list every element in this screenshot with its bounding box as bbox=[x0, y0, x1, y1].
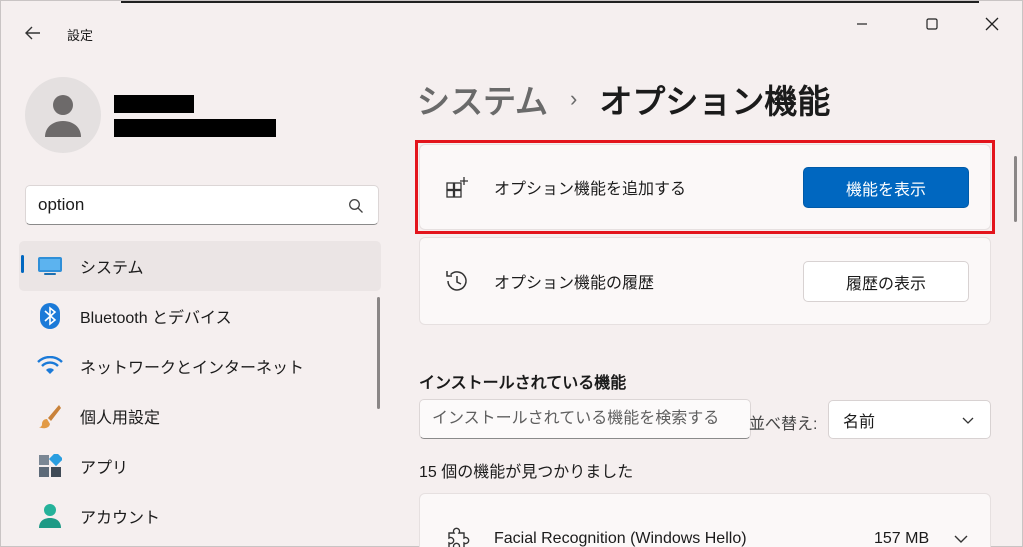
chevron-down-icon bbox=[962, 417, 974, 424]
breadcrumb: システム › オプション機能 bbox=[417, 75, 830, 123]
installed-search-input[interactable] bbox=[420, 400, 740, 438]
sidebar-item-network[interactable]: ネットワークとインターネット bbox=[19, 341, 381, 391]
account-icon bbox=[37, 503, 63, 529]
maximize-icon bbox=[926, 18, 938, 30]
search-input[interactable] bbox=[26, 195, 326, 215]
person-icon bbox=[45, 95, 81, 137]
wifi-icon bbox=[37, 353, 63, 379]
avatar[interactable] bbox=[25, 77, 101, 153]
sidebar-item-label: アカウント bbox=[80, 510, 161, 527]
installed-search[interactable] bbox=[419, 399, 751, 439]
feature-count: 15 個の機能が見つかりました bbox=[419, 464, 634, 481]
app-title: 設定 bbox=[67, 28, 94, 43]
close-button[interactable] bbox=[969, 9, 1015, 39]
sidebar-item-label: アプリ bbox=[80, 460, 129, 477]
redacted-email bbox=[114, 119, 276, 137]
redacted-username bbox=[114, 95, 194, 113]
brush-icon bbox=[37, 403, 63, 429]
close-icon bbox=[985, 17, 999, 31]
minimize-icon bbox=[857, 23, 867, 25]
sidebar-item-apps[interactable]: アプリ bbox=[19, 441, 381, 491]
feature-name: Facial Recognition (Windows Hello) bbox=[494, 530, 747, 547]
bluetooth-icon bbox=[37, 303, 63, 329]
feature-size: 157 MB bbox=[874, 530, 930, 547]
sidebar-scrollbar[interactable] bbox=[377, 297, 380, 409]
sidebar-item-label: システム bbox=[80, 260, 144, 277]
sidebar-item-personalization[interactable]: 個人用設定 bbox=[19, 391, 381, 441]
sidebar-nav: システム Bluetooth とデバイス ネットワークとインターネット 個人用設… bbox=[19, 241, 381, 541]
apps-icon bbox=[37, 453, 63, 479]
add-feature-card: オプション機能を追加する 機能を表示 bbox=[419, 144, 991, 230]
installed-features-title: インストールされている機能 bbox=[419, 375, 627, 392]
sort-dropdown[interactable]: 名前 bbox=[828, 400, 991, 439]
sidebar-item-bluetooth[interactable]: Bluetooth とデバイス bbox=[19, 291, 381, 341]
settings-search[interactable] bbox=[25, 185, 379, 225]
history-card: オプション機能の履歴 履歴の表示 bbox=[419, 237, 991, 325]
sidebar-item-label: 個人用設定 bbox=[80, 410, 161, 427]
sort-label: 並べ替え: bbox=[749, 416, 818, 433]
add-apps-icon bbox=[444, 174, 470, 200]
view-history-button[interactable]: 履歴の表示 bbox=[803, 261, 969, 302]
history-icon bbox=[444, 268, 470, 294]
page-title: オプション機能 bbox=[599, 83, 831, 120]
sidebar-item-label: Bluetooth とデバイス bbox=[80, 310, 232, 327]
monitor-icon bbox=[37, 253, 63, 279]
minimize-button[interactable] bbox=[839, 9, 885, 39]
selection-indicator bbox=[21, 255, 24, 273]
breadcrumb-parent[interactable]: システム bbox=[417, 75, 548, 123]
title-bar: 設定 bbox=[1, 1, 1022, 61]
sidebar-item-system[interactable]: システム bbox=[19, 241, 381, 291]
breadcrumb-separator: › bbox=[570, 86, 578, 111]
feature-row[interactable]: Facial Recognition (Windows Hello) 157 M… bbox=[419, 493, 991, 547]
search-icon[interactable] bbox=[348, 198, 364, 214]
chevron-down-icon[interactable] bbox=[954, 532, 968, 546]
main-scrollbar[interactable] bbox=[1014, 156, 1017, 222]
settings-window: 設定 システム bbox=[0, 0, 1023, 547]
back-button[interactable] bbox=[19, 19, 47, 47]
arrow-left-icon bbox=[25, 26, 40, 40]
sidebar-item-label: ネットワークとインターネット bbox=[80, 360, 305, 377]
puzzle-icon bbox=[448, 527, 470, 547]
sort-value: 名前 bbox=[843, 413, 876, 431]
maximize-button[interactable] bbox=[909, 9, 955, 39]
sidebar-item-accounts[interactable]: アカウント bbox=[19, 491, 381, 541]
view-features-button[interactable]: 機能を表示 bbox=[803, 167, 969, 208]
